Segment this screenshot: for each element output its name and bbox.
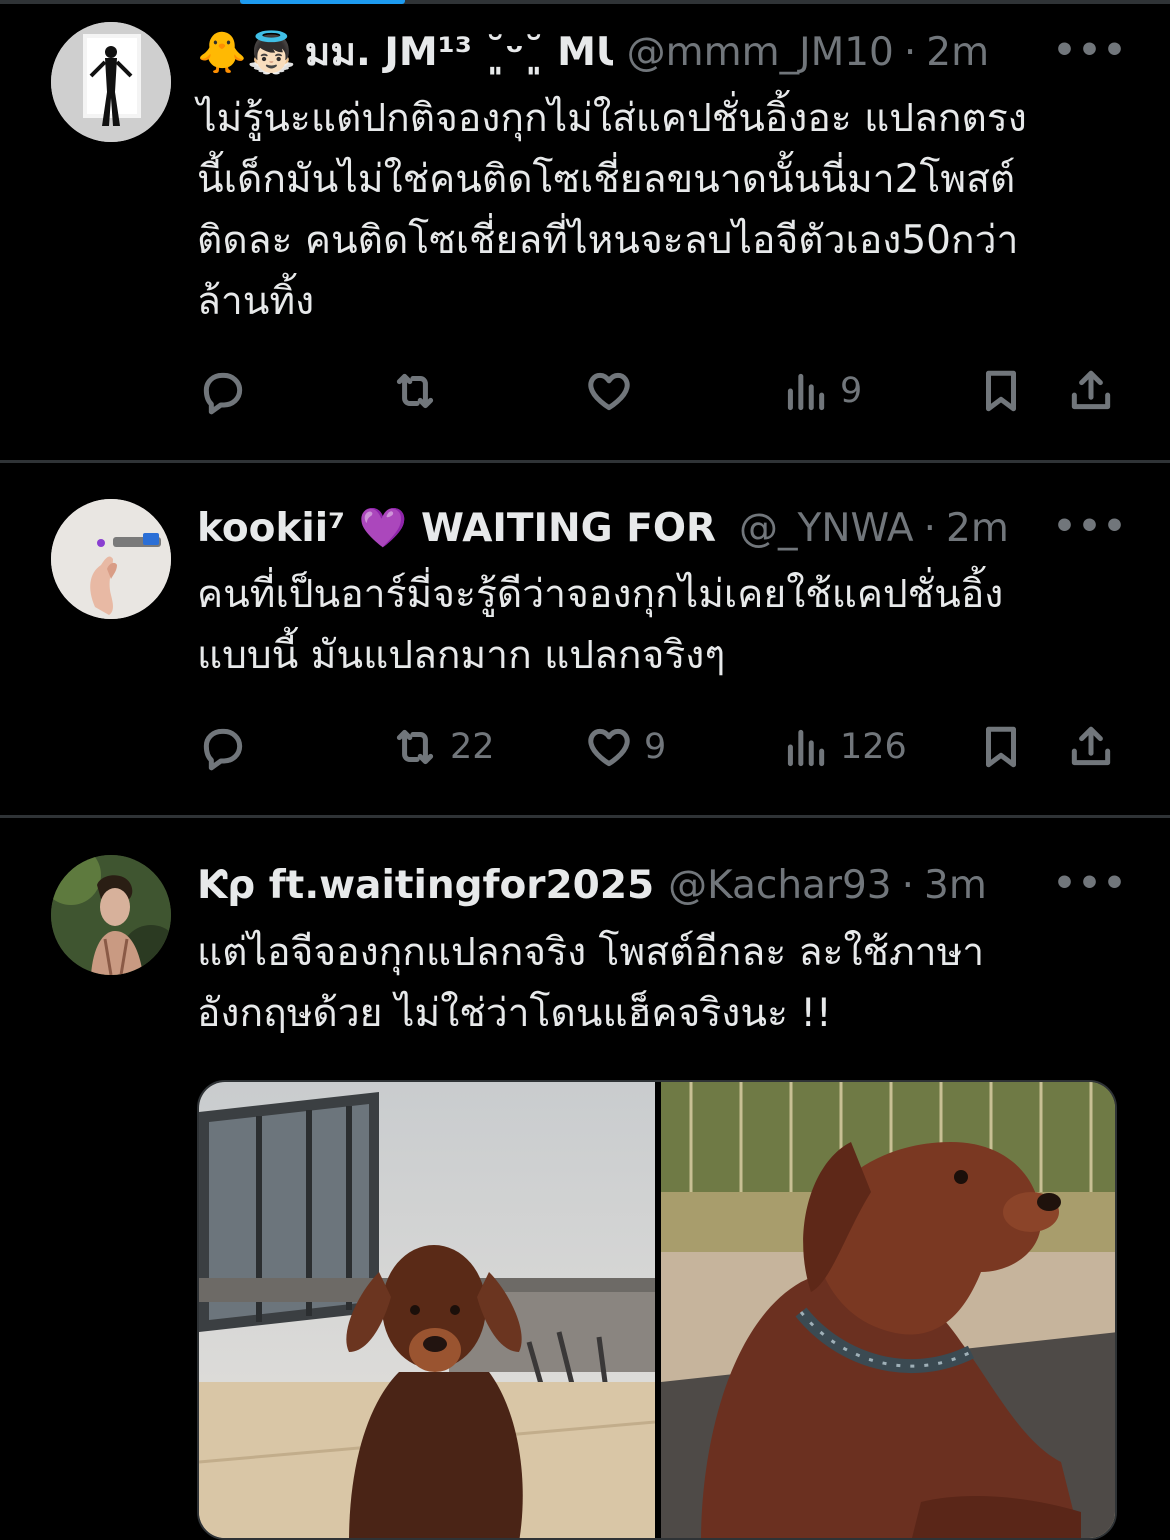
retweet-button[interactable] xyxy=(390,366,450,416)
retweet-icon xyxy=(396,729,434,765)
user-handle[interactable]: @Kachar93 xyxy=(668,863,892,908)
separator-dot: · xyxy=(923,505,937,551)
tweet-text: คนที่เป็นอาร์มี่จะรู้ดีว่าจองกุกไม่เคยใช… xyxy=(197,572,1004,678)
like-button[interactable] xyxy=(584,366,644,416)
dog-photo-left[interactable] xyxy=(199,1082,656,1538)
avatar[interactable] xyxy=(51,855,171,975)
share-button[interactable] xyxy=(1066,366,1116,416)
reply-button[interactable] xyxy=(198,366,248,416)
action-bar: 22 9 126 xyxy=(0,722,1170,782)
media-grid[interactable] xyxy=(197,1080,1117,1540)
tweet-text: ไม่รู้นะแต่ปกติจองกุกไม่ใส่แคปชั่นอิ้งอะ… xyxy=(197,96,1027,324)
timestamp[interactable]: 2m xyxy=(926,30,989,75)
emoji-icon: 🐥👼🏻 xyxy=(197,29,297,76)
action-bar: 9 xyxy=(0,366,1170,426)
more-options-icon[interactable]: ••• xyxy=(1053,863,1128,904)
views-button[interactable]: 126 xyxy=(780,722,907,772)
top-border xyxy=(0,0,1170,4)
avatar[interactable] xyxy=(51,499,171,619)
user-handle[interactable]: @_YNWA xyxy=(739,506,914,551)
display-name[interactable]: Ƙρ ft.waitingfor2025 xyxy=(197,863,654,908)
share-icon xyxy=(1071,370,1111,410)
dog-photo-right[interactable] xyxy=(661,1082,1115,1538)
bookmark-icon xyxy=(986,726,1016,768)
heart-icon xyxy=(588,372,630,411)
reply-icon xyxy=(203,728,243,771)
separator-dot: · xyxy=(903,29,917,75)
active-tab-indicator xyxy=(240,0,405,4)
bookmark-button[interactable] xyxy=(976,366,1026,416)
share-button[interactable] xyxy=(1066,722,1116,772)
separator-dot: · xyxy=(901,862,915,908)
avatar[interactable] xyxy=(51,22,171,142)
tweet-divider xyxy=(0,815,1170,818)
more-options-icon[interactable]: ••• xyxy=(1053,30,1128,71)
view-count: 126 xyxy=(840,727,907,767)
bookmark-icon xyxy=(986,370,1016,412)
bookmark-button[interactable] xyxy=(976,722,1026,772)
views-icon xyxy=(787,373,825,411)
like-count: 9 xyxy=(644,727,667,767)
display-name[interactable]: kookii⁷ 💜 WAITING FOR : xyxy=(197,505,725,551)
reply-icon xyxy=(203,372,243,415)
tweet-header: 🐥👼🏻 มม. JM¹³ ˘͈ᵕ˘͈ MU @mmm_JM10 · 2m xyxy=(197,22,1170,82)
tweet-divider xyxy=(0,460,1170,463)
view-count: 9 xyxy=(840,371,863,411)
like-button[interactable]: 9 xyxy=(584,722,666,772)
reply-button[interactable] xyxy=(198,722,248,772)
tweet-header: Ƙρ ft.waitingfor2025 @Kachar93 · 3m xyxy=(197,855,1170,915)
tweet-header: kookii⁷ 💜 WAITING FOR : @_YNWA · 2m xyxy=(197,498,1170,558)
retweet-icon xyxy=(396,373,434,409)
tweet-text: แต่ไอจีจองกุกแปลกจริง โพสต์อีกละ ละใช้ภา… xyxy=(197,930,985,1036)
retweet-count: 22 xyxy=(450,727,495,767)
views-button[interactable]: 9 xyxy=(780,366,862,416)
retweet-button[interactable]: 22 xyxy=(390,722,495,772)
timestamp[interactable]: 3m xyxy=(924,863,987,908)
share-icon xyxy=(1071,726,1111,766)
more-options-icon[interactable]: ••• xyxy=(1053,506,1128,547)
display-name[interactable]: มม. JM¹³ ˘͈ᵕ˘͈ MU xyxy=(305,21,613,83)
views-icon xyxy=(787,729,825,767)
heart-icon xyxy=(588,728,630,767)
timestamp[interactable]: 2m xyxy=(946,506,1009,551)
user-handle[interactable]: @mmm_JM10 xyxy=(627,30,894,75)
